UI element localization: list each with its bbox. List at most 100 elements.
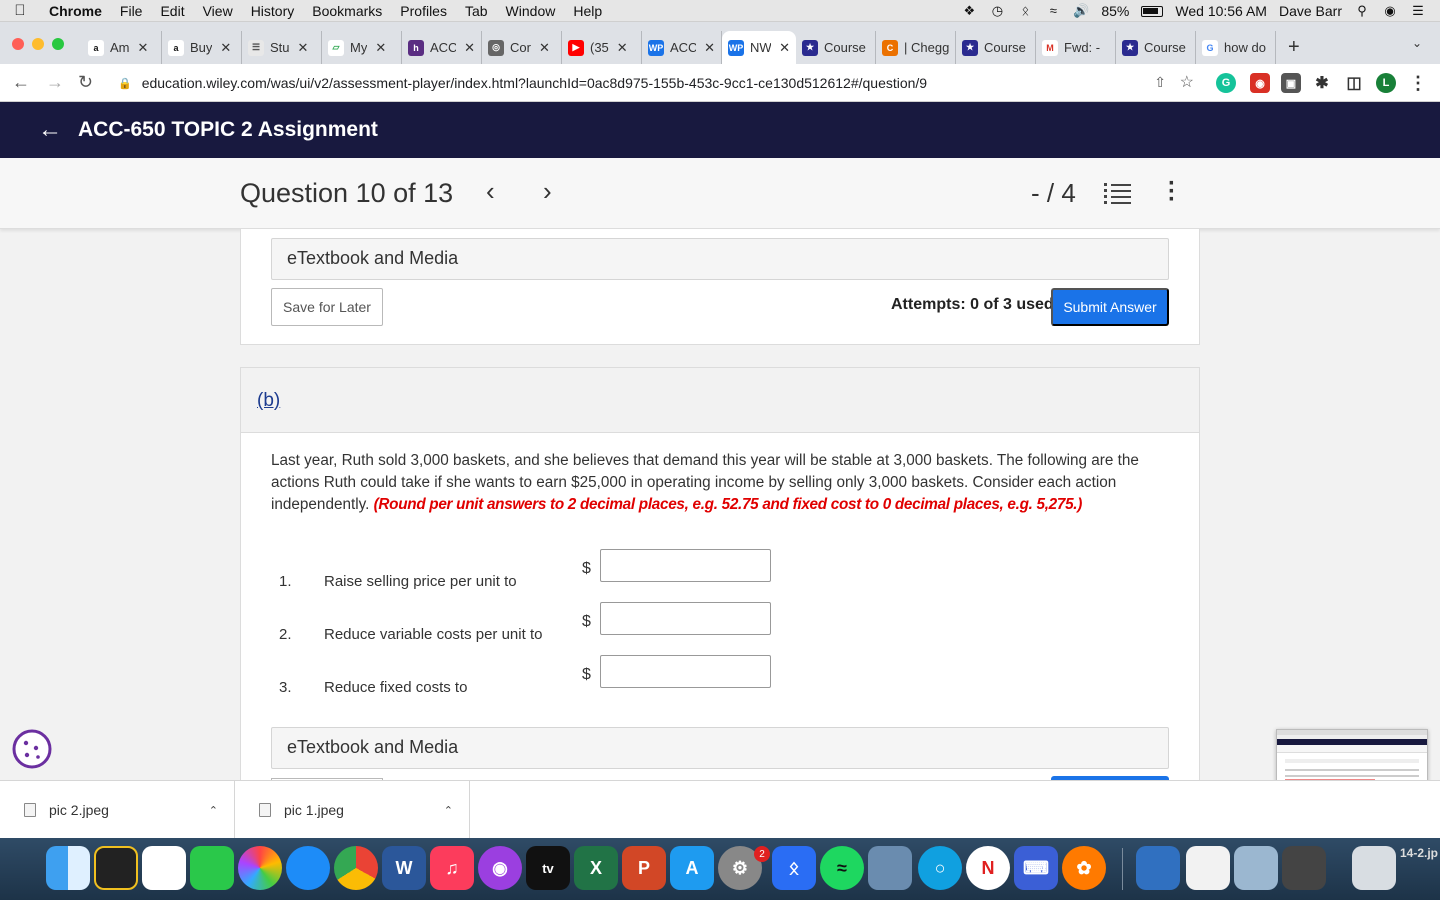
photos-icon[interactable] [238, 846, 282, 890]
address-bar[interactable]: 🔒 education.wiley.com/was/ui/v2/assessme… [106, 69, 1204, 97]
menu-app-chrome[interactable]: Chrome [40, 3, 111, 19]
close-tab-icon[interactable]: ✕ [298, 40, 309, 56]
bookmark-star-icon[interactable]: ☆ [1180, 72, 1194, 92]
close-tab-icon[interactable]: ✕ [138, 40, 149, 56]
extensions-puzzle-icon[interactable]: ✱ [1312, 73, 1332, 93]
menu-profiles[interactable]: Profiles [391, 3, 456, 19]
extension-app-icon[interactable]: ▣ [1281, 73, 1301, 93]
browser-tab[interactable]: WP NW ✕ [722, 31, 796, 64]
browser-tab[interactable]: WP ACC ✕ [642, 31, 722, 64]
forward-arrow-icon[interactable]: → [46, 72, 64, 93]
time-machine-icon[interactable]: ◷ [989, 4, 1005, 18]
menu-clock[interactable]: Wed 10:56 AM [1175, 3, 1267, 19]
browser-tab[interactable]: ▱ My ✕ [322, 31, 402, 64]
excel-icon[interactable]: X [574, 846, 618, 890]
back-arrow-icon[interactable]: ← [38, 116, 66, 144]
question-list-icon[interactable] [1104, 182, 1132, 204]
submit-answer-button[interactable]: Submit Answer [1051, 288, 1169, 326]
close-tab-icon[interactable]: ✕ [704, 40, 715, 56]
finder-icon[interactable] [46, 846, 90, 890]
close-tab-icon[interactable]: ✕ [464, 40, 475, 56]
back-arrow-icon[interactable]: ← [12, 72, 30, 93]
textedit-icon[interactable] [1186, 846, 1230, 890]
menu-file[interactable]: File [111, 3, 152, 19]
siri-icon[interactable]: ◉ [1382, 4, 1398, 18]
address-url[interactable]: education.wiley.com/was/ui/v2/assessment… [142, 75, 927, 91]
download-item[interactable]: pic 1.jpeg ⌃ [235, 781, 470, 839]
share-icon[interactable]: ⇧ [1154, 74, 1166, 91]
zoom-window-button[interactable] [52, 38, 64, 50]
browser-tab[interactable]: C | Chegg [876, 31, 956, 64]
close-tab-icon[interactable]: ✕ [539, 40, 550, 56]
menu-window[interactable]: Window [497, 3, 565, 19]
browser-tab[interactable]: ▶ (35 ✕ [562, 31, 642, 64]
download-filename[interactable]: pic 1.jpeg [284, 802, 444, 818]
powerpoint-icon[interactable]: P [622, 846, 666, 890]
browser-tab[interactable]: ☰ Stu ✕ [242, 31, 322, 64]
menu-tab[interactable]: Tab [456, 3, 497, 19]
browser-tab[interactable]: h ACC ✕ [402, 31, 482, 64]
browser-tab[interactable]: M Fwd: - [1036, 31, 1116, 64]
browser-tab[interactable]: ★ Course [796, 31, 876, 64]
browser-tab[interactable]: ★ Course [1116, 31, 1196, 64]
part-b-label[interactable]: (b) [257, 390, 280, 412]
next-question-chevron-icon[interactable]: › [543, 176, 552, 207]
cookie-preferences-icon[interactable] [11, 728, 53, 770]
app-store-icon[interactable]: A [670, 846, 714, 890]
menu-user[interactable]: Dave Barr [1279, 3, 1342, 19]
menu-edit[interactable]: Edit [151, 3, 193, 19]
chrome-icon[interactable] [334, 846, 378, 890]
extension-badge-icon[interactable]: ◉ [1250, 73, 1270, 93]
apple-tv-icon[interactable]: tv [526, 846, 570, 890]
trash-icon[interactable] [1352, 846, 1396, 890]
safari-icon[interactable] [286, 846, 330, 890]
minimize-window-button[interactable] [32, 38, 44, 50]
wifi-icon[interactable]: ≈ [1045, 4, 1061, 18]
chevron-up-icon[interactable]: ⌃ [209, 804, 218, 817]
browser-tab[interactable]: a Am ✕ [82, 31, 162, 64]
close-window-button[interactable] [12, 38, 24, 50]
volume-icon[interactable]: 🔊 [1073, 4, 1089, 18]
spotify-icon[interactable]: ≈ [820, 846, 864, 890]
printer-icon[interactable] [1282, 846, 1326, 890]
selling-price-input[interactable] [600, 549, 771, 582]
fixed-costs-input[interactable] [600, 655, 771, 688]
grammarly-extension-icon[interactable]: G [1216, 73, 1236, 93]
menu-history[interactable]: History [242, 3, 304, 19]
activity-monitor-icon[interactable] [94, 846, 138, 890]
new-tab-plus-icon[interactable]: + [1288, 36, 1300, 59]
reminders-icon[interactable] [142, 846, 186, 890]
notification-center-icon[interactable]: ☰ [1410, 4, 1426, 18]
spotlight-search-icon[interactable]: ⚲ [1354, 4, 1370, 18]
etextbook-media-panel[interactable]: eTextbook and Media [271, 727, 1169, 769]
network-utility-icon[interactable] [1136, 846, 1180, 890]
chevron-up-icon[interactable]: ⌃ [444, 804, 453, 817]
download-filename[interactable]: pic 2.jpeg [49, 802, 209, 818]
browser-tab[interactable]: a Buy ✕ [162, 31, 242, 64]
menu-help[interactable]: Help [564, 3, 611, 19]
close-tab-icon[interactable]: ✕ [375, 40, 386, 56]
variable-cost-input[interactable] [600, 602, 771, 635]
menu-bookmarks[interactable]: Bookmarks [303, 3, 391, 19]
apple-menu-icon[interactable]:  [0, 2, 40, 19]
reload-icon[interactable]: ↻ [78, 72, 93, 93]
bluetooth-icon[interactable]: ᛟ [1017, 4, 1033, 18]
podcasts-icon[interactable]: ◉ [478, 846, 522, 890]
keyboard-viewer-icon[interactable]: ⌨ [1014, 846, 1058, 890]
reading-list-icon[interactable]: ◫ [1344, 73, 1364, 93]
dock-file-label[interactable]: 14-2.jp [1400, 846, 1438, 860]
news-icon[interactable]: N [966, 846, 1010, 890]
menu-view[interactable]: View [194, 3, 242, 19]
bluetooth-file-exchange-icon[interactable]: ᛟ [772, 846, 816, 890]
tab-search-chevron-icon[interactable]: ⌄ [1412, 36, 1422, 50]
lock-icon[interactable]: 🔒 [118, 77, 132, 90]
close-tab-icon[interactable]: ✕ [617, 40, 628, 56]
facetime-icon[interactable] [190, 846, 234, 890]
more-options-icon[interactable]: · · · [1167, 172, 1177, 212]
previous-question-chevron-icon[interactable]: ‹ [486, 176, 495, 207]
preview-icon[interactable] [1234, 846, 1278, 890]
close-tab-icon[interactable]: ✕ [220, 40, 231, 56]
screen-recorder-icon[interactable]: ○ [918, 846, 962, 890]
download-item[interactable]: pic 2.jpeg ⌃ [0, 781, 235, 839]
browser-tab[interactable]: Ghow do [1196, 31, 1276, 64]
